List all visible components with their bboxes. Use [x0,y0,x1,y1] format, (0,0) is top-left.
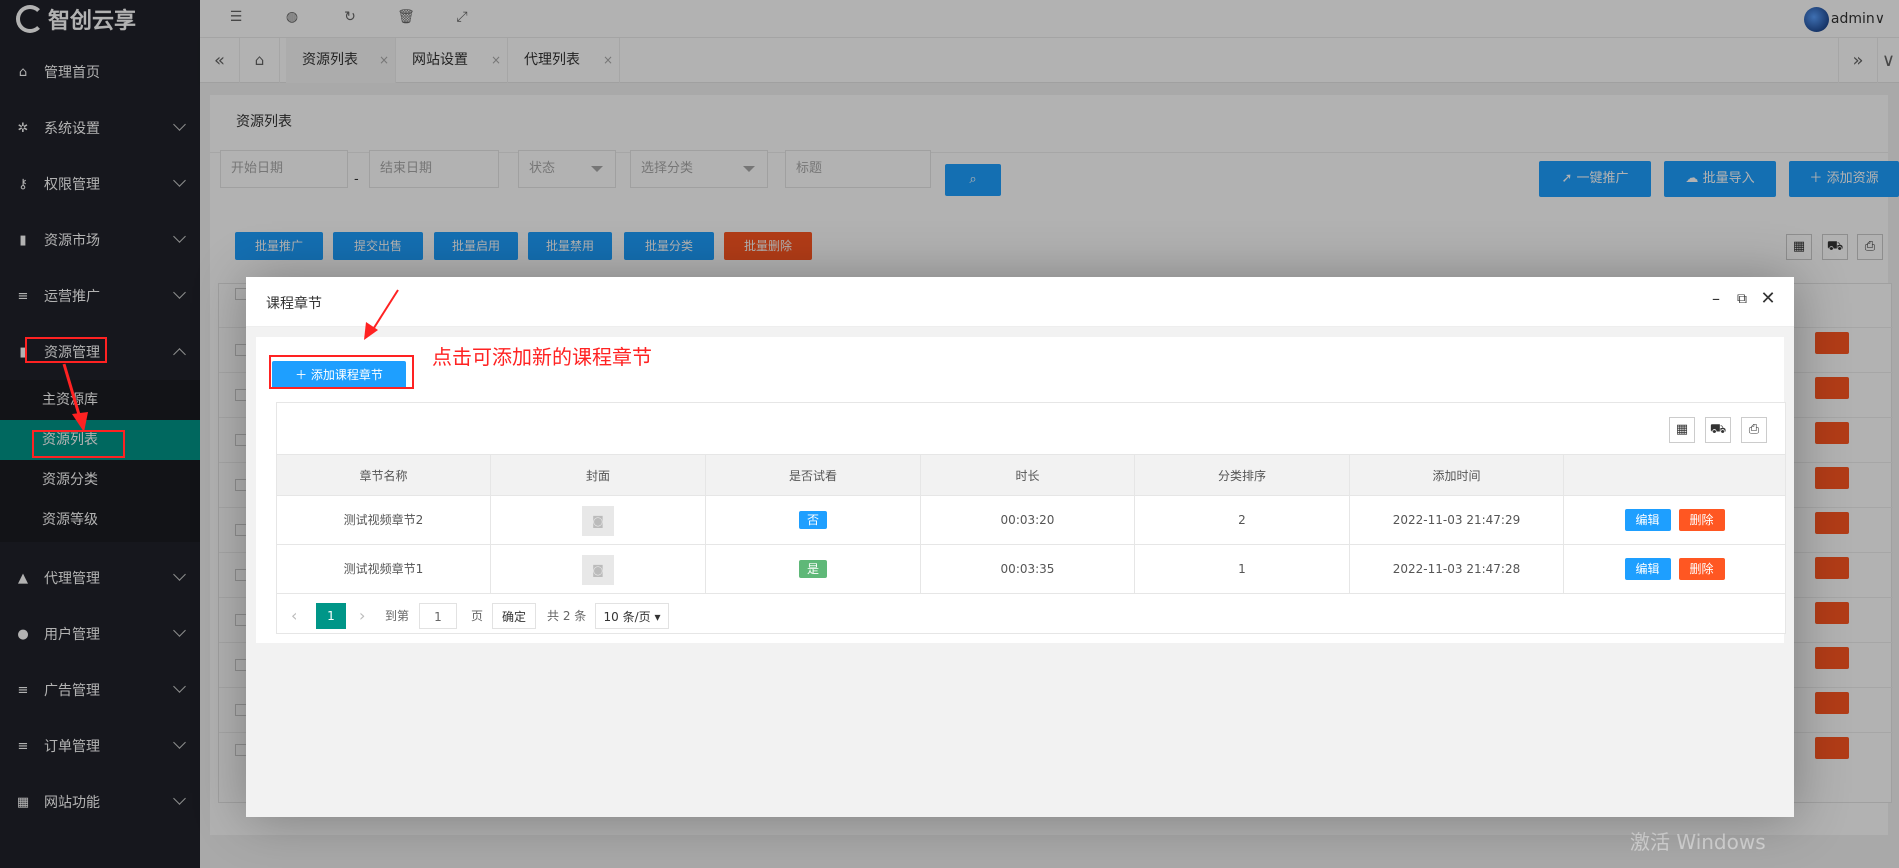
pagination: ‹ 1 › 到第 1 页 确定 共 2 条 10 条/页 ▾ [277,597,1785,633]
column-header: 分类排序 [1135,455,1350,497]
trial-cell: 是 [706,545,921,594]
duration: 00:03:20 [921,496,1135,545]
duration: 00:03:35 [921,545,1135,594]
columns-icon[interactable]: ▦ [1669,417,1695,443]
camera-icon[interactable]: ◙ [582,554,614,585]
chapter-name: 测试视频章节1 [277,545,491,594]
trial-cell: 否 [706,496,921,545]
cover-cell: ◙ [491,545,706,594]
annotation-box-resource-management [25,337,107,363]
trial-badge: 是 [798,560,827,578]
chevron-down-icon: ▾ [654,610,661,624]
annotation-text: 点击可添加新的课程章节 [432,345,652,369]
next-page-icon[interactable]: › [359,603,365,629]
export-icon[interactable]: ⛟ [1705,417,1731,443]
chapter-name: 测试视频章节2 [277,496,491,545]
cover-cell: ◙ [491,496,706,545]
prev-page-icon[interactable]: ‹ [291,603,297,629]
trial-badge: 否 [798,511,827,529]
modal-header: 课程章节 – ⧉ ✕ [246,277,1794,327]
close-icon[interactable]: ✕ [1758,289,1778,309]
page-size-select[interactable]: 10 条/页 ▾ [595,603,669,629]
added-time: 2022-11-03 21:47:29 [1350,496,1564,545]
edit-button[interactable]: 编辑 [1624,509,1671,531]
modal-body: ＋ 添加课程章节 点击可添加新的课程章节 ▦ ⛟ ⎙ 章节名称 封面 是否试看 … [246,327,1794,817]
minimize-icon[interactable]: – [1706,289,1726,309]
delete-button[interactable]: 删除 [1678,558,1725,580]
actions-cell: 编辑 删除 [1564,496,1785,545]
delete-button[interactable]: 删除 [1678,509,1725,531]
column-header: 是否试看 [706,455,921,497]
column-header: 章节名称 [277,455,491,497]
page-unit-label: 页 [471,609,484,623]
table-row: 测试视频章节1 ◙ 是 00:03:35 1 2022-11-03 21:47:… [277,545,1785,594]
column-header [1564,455,1785,497]
print-icon[interactable]: ⎙ [1741,417,1767,443]
goto-page-input[interactable]: 1 [419,603,457,629]
page-size-value: 10 条/页 [603,610,651,624]
column-header: 时长 [921,455,1135,497]
chapter-panel: ＋ 添加课程章节 点击可添加新的课程章节 ▦ ⛟ ⎙ 章节名称 封面 是否试看 … [256,337,1786,643]
annotation-box-resource-list [32,430,125,458]
table-row: 测试视频章节2 ◙ 否 00:03:20 2 2022-11-03 21:47:… [277,496,1785,545]
sort-order: 1 [1135,545,1350,594]
modal-title: 课程章节 [266,296,322,312]
table-header: 章节名称 封面 是否试看 时长 分类排序 添加时间 [277,454,1785,497]
maximize-icon[interactable]: ⧉ [1732,289,1752,309]
added-time: 2022-11-03 21:47:28 [1350,545,1564,594]
camera-icon[interactable]: ◙ [582,505,614,536]
column-header: 添加时间 [1350,455,1564,497]
sort-order: 2 [1135,496,1350,545]
goto-confirm-button[interactable]: 确定 [492,603,536,629]
actions-cell: 编辑 删除 [1564,545,1785,594]
column-header: 封面 [491,455,706,497]
chapter-table-container: ▦ ⛟ ⎙ 章节名称 封面 是否试看 时长 分类排序 添加时间 测试视频章节2 … [276,402,1786,634]
page-current[interactable]: 1 [316,603,346,629]
annotation-box-add-chapter [269,355,414,389]
course-chapter-modal: 课程章节 – ⧉ ✕ ＋ 添加课程章节 点击可添加新的课程章节 ▦ ⛟ ⎙ 章节… [246,277,1794,817]
windows-activation-watermark: 激活 Windows [1630,830,1766,854]
total-count: 共 2 条 [547,609,587,623]
edit-button[interactable]: 编辑 [1624,558,1671,580]
goto-label: 到第 [385,609,410,623]
